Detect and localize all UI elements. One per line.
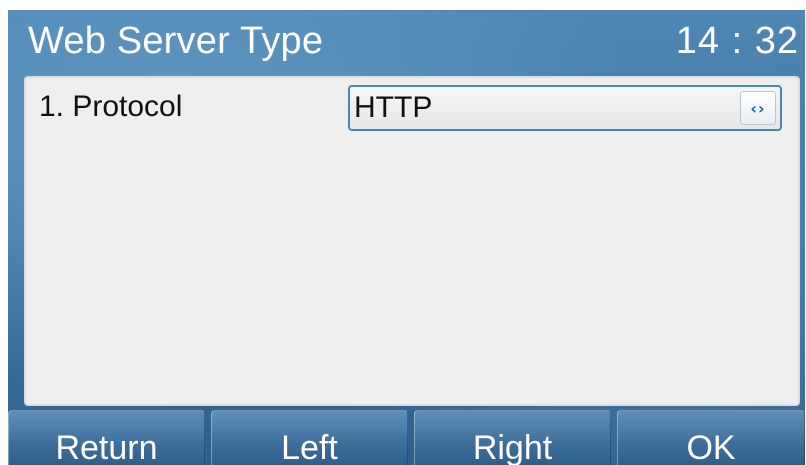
clock: 14 : 32 [675,20,799,62]
return-softkey[interactable]: Return [8,410,205,465]
settings-panel: 1. Protocol HTTP ‹› [24,76,800,406]
phone-screen: Web Server Type 14 : 32 1. Protocol HTTP… [8,10,805,465]
setting-row-protocol[interactable]: 1. Protocol HTTP ‹› [25,77,799,141]
right-softkey[interactable]: Right [414,410,611,465]
protocol-value: HTTP [354,91,433,124]
protocol-select[interactable]: HTTP ‹› [348,85,782,131]
softkey-bar: Return Left Right OK [8,410,805,465]
left-softkey[interactable]: Left [211,410,408,465]
ok-softkey[interactable]: OK [617,410,805,465]
left-right-arrows-icon[interactable]: ‹› [740,91,776,125]
title-bar: Web Server Type 14 : 32 [8,10,805,72]
page-title: Web Server Type [28,20,324,62]
setting-label: 1. Protocol [39,90,183,123]
